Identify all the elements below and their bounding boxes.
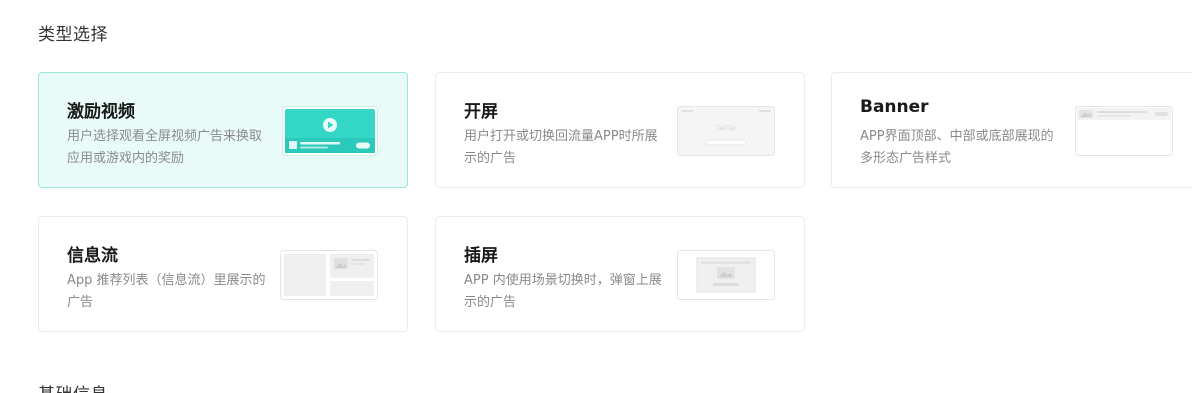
feed-preview-icon <box>280 250 378 300</box>
section-title-type-selection: 类型选择 <box>38 25 108 45</box>
splash-preview-icon: TapTap <box>677 106 775 156</box>
card-title: Banner <box>860 97 929 117</box>
banner-preview-icon <box>1075 106 1173 156</box>
rewarded-video-preview-icon <box>282 106 378 156</box>
card-title: 开屏 <box>464 102 498 122</box>
card-description: 用户选择观看全屏视频广告来换取应用或游戏内的奖励 <box>67 129 263 166</box>
ad-type-page: 类型选择 激励视频 用户选择观看全屏视频广告来换取应用或游戏内的奖励 开屏 用户… <box>0 0 1192 393</box>
card-description: 用户打开或切换回流量APP时所展示的广告 <box>464 129 658 166</box>
splash-thumb-label: TapTap <box>716 126 736 132</box>
card-title: 插屏 <box>464 246 498 266</box>
interstitial-preview-icon <box>677 250 775 300</box>
card-title: 激励视频 <box>67 102 135 122</box>
ad-type-card-banner[interactable]: Banner APP界面顶部、中部或底部展现的多形态广告样式 <box>831 72 1192 188</box>
ad-type-card-interstitial[interactable]: 插屏 APP 内使用场景切换时，弹窗上展示的广告 <box>435 216 805 332</box>
ad-type-card-rewarded-video[interactable]: 激励视频 用户选择观看全屏视频广告来换取应用或游戏内的奖励 <box>38 72 408 188</box>
card-description: App 推荐列表（信息流）里展示的广告 <box>67 273 266 310</box>
card-title: 信息流 <box>67 246 118 266</box>
section-title-basic-info: 基础信息 <box>38 380 108 393</box>
card-description: APP 内使用场景切换时，弹窗上展示的广告 <box>464 273 662 310</box>
ad-type-card-feed[interactable]: 信息流 App 推荐列表（信息流）里展示的广告 <box>38 216 408 332</box>
card-description: APP界面顶部、中部或底部展现的多形态广告样式 <box>860 129 1054 166</box>
ad-type-card-splash[interactable]: 开屏 用户打开或切换回流量APP时所展示的广告 TapTap <box>435 72 805 188</box>
